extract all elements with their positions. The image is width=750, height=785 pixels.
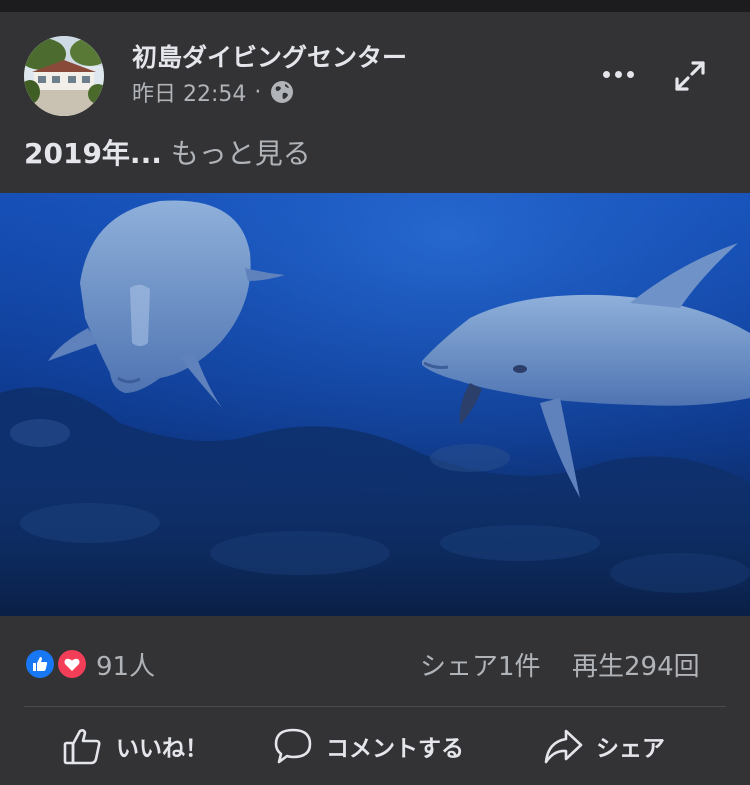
like-label: いいね！ (116, 736, 208, 762)
page-avatar[interactable] (24, 36, 104, 116)
thumbs-up-icon (63, 729, 101, 765)
meta-separator: · (254, 79, 262, 105)
view-count: 再生294回 (572, 652, 700, 682)
more-dots-icon (602, 70, 610, 78)
globe-icon (269, 79, 295, 105)
more-options-button[interactable] (598, 62, 638, 86)
post-timestamp[interactable]: 昨日 22:54 (132, 76, 246, 108)
see-more-link[interactable]: もっと見る (171, 137, 311, 170)
caption-text: 2019年... (24, 137, 162, 170)
video-post: 初島ダイビングセンター 昨日 22:54 · 2019年... もっと見る 91… (0, 12, 750, 785)
comment-label: コメントする (326, 736, 464, 762)
share-count[interactable]: シェア1件 (420, 646, 541, 683)
reaction-icons[interactable] (24, 648, 90, 680)
share-label: シェア (596, 736, 665, 762)
more-dot (614, 70, 622, 78)
share-icon (544, 729, 583, 764)
like-button[interactable]: いいね！ (62, 707, 208, 785)
post-header: 初島ダイビングセンター 昨日 22:54 · 2019年... もっと見る (0, 12, 750, 193)
action-bar: いいね！ コメントする シェア (0, 707, 750, 785)
post-stats: 91人 シェア1件 再生294回 (0, 616, 750, 706)
more-dot (626, 70, 634, 78)
status-bar (0, 0, 750, 12)
post-caption: 2019年... もっと見る (24, 132, 311, 172)
reaction-count[interactable]: 91人 (96, 646, 155, 683)
expand-icon[interactable] (672, 58, 708, 94)
comment-icon (274, 728, 312, 764)
like-icon (24, 648, 56, 680)
love-icon (56, 648, 88, 680)
video-player[interactable] (0, 193, 750, 616)
page-name[interactable]: 初島ダイビングセンター (132, 38, 407, 74)
share-button[interactable]: シェア (542, 707, 665, 785)
comment-button[interactable]: コメントする (272, 707, 464, 785)
post-meta: 昨日 22:54 · (132, 76, 295, 108)
